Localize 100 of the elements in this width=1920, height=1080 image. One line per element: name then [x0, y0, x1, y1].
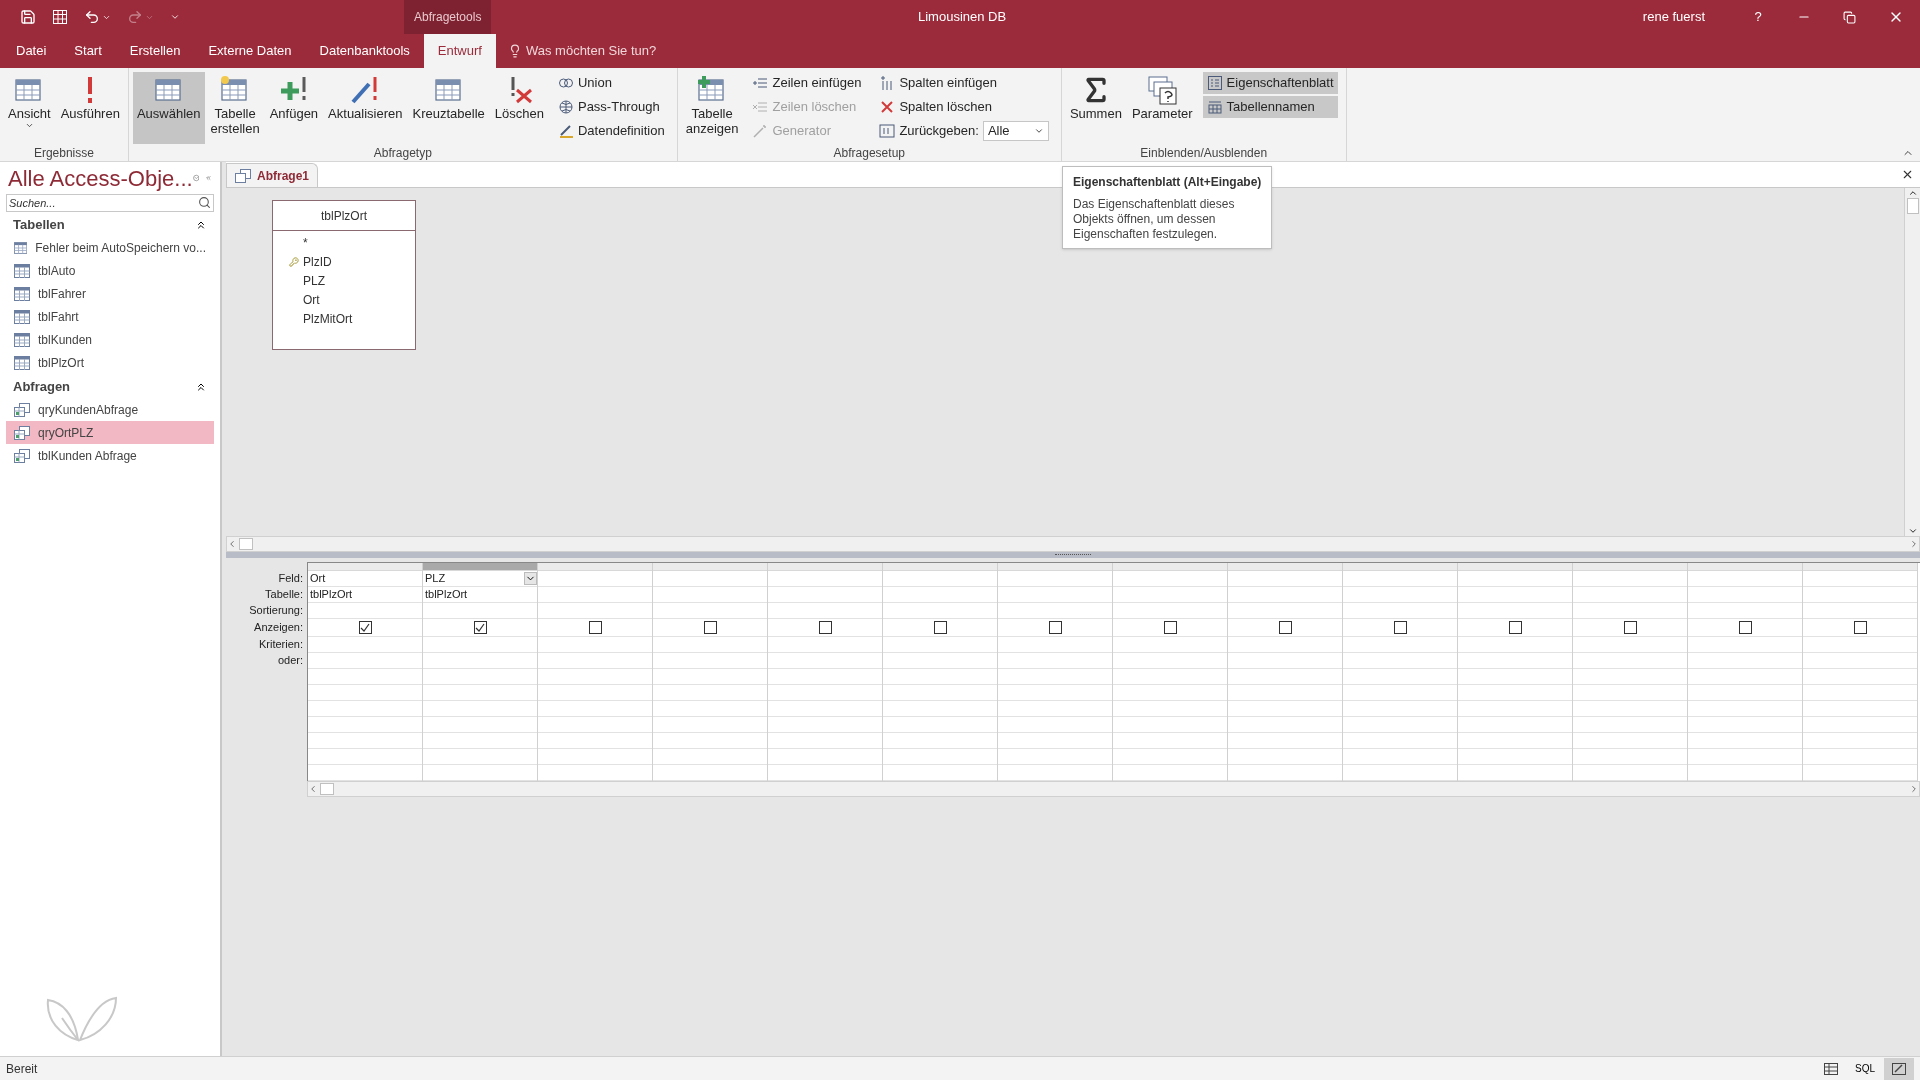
caret-icon — [1033, 126, 1044, 136]
grid-cell[interactable]: PLZ — [423, 571, 524, 586]
menu-tab[interactable]: Start — [60, 34, 116, 68]
scroll-down-icon[interactable] — [1907, 526, 1918, 536]
save-icon[interactable] — [20, 9, 36, 25]
nav-item[interactable]: qryOrtPLZ — [6, 421, 214, 444]
field-name[interactable]: Ort — [303, 290, 320, 309]
scroll-right-icon[interactable] — [1909, 539, 1919, 549]
checkbox[interactable] — [358, 621, 372, 634]
menu-tab[interactable]: Datei — [2, 34, 61, 68]
design-view-button[interactable] — [1884, 1057, 1914, 1080]
nav-item[interactable]: tblKunden — [6, 328, 214, 351]
nav-item[interactable]: Fehler beim AutoSpeichern vo... — [6, 236, 214, 259]
menu-tab[interactable]: Datenbanktools — [305, 34, 424, 68]
menu-tab[interactable]: Erstellen — [115, 34, 195, 68]
redo-icon[interactable] — [127, 9, 143, 25]
table-icon[interactable] — [52, 9, 68, 25]
field-name[interactable]: PlzMitOrt — [303, 309, 353, 328]
sql-view-button[interactable]: SQL — [1850, 1057, 1880, 1080]
ribbon-button[interactable]: Löschen — [490, 72, 548, 144]
ribbon-button[interactable]: Eigenschaftenblatt — [1202, 72, 1338, 94]
undo-icon[interactable] — [84, 9, 100, 25]
search-icon[interactable] — [198, 196, 211, 209]
scrollbar-thumb[interactable] — [320, 783, 334, 795]
customize-icon[interactable] — [170, 12, 180, 22]
horizontal-scrollbar[interactable] — [307, 781, 1920, 797]
ribbon-button[interactable]: Ausführen — [56, 72, 124, 144]
ribbon-button[interactable]: Union — [553, 72, 669, 94]
close-icon[interactable] — [1901, 168, 1914, 181]
restore-icon[interactable] — [1843, 10, 1856, 24]
ribbon-button[interactable]: Spalten löschen — [875, 96, 1053, 118]
checkbox[interactable] — [1623, 621, 1637, 634]
nav-item[interactable]: tblAuto — [6, 259, 214, 282]
checkbox[interactable] — [818, 621, 832, 634]
return-dropdown[interactable]: Alle — [982, 121, 1049, 141]
menu-tab[interactable]: Externe Daten — [194, 34, 306, 68]
nav-item[interactable]: qryKundenAbfrage — [6, 398, 214, 421]
checkbox[interactable] — [473, 621, 487, 634]
table-title: tblPlzOrt — [273, 201, 415, 231]
ribbon-button[interactable]: Pass-Through — [553, 96, 669, 118]
field-name[interactable]: * — [303, 233, 308, 252]
scroll-left-icon[interactable] — [308, 784, 318, 794]
horizontal-scrollbar[interactable] — [226, 536, 1920, 552]
field-name[interactable]: PLZ — [303, 271, 325, 290]
ribbon-button[interactable]: Tabellennamen — [1202, 96, 1338, 118]
checkbox[interactable] — [933, 621, 947, 634]
return-label: Zurückgeben: — [899, 122, 979, 141]
grid-cell[interactable]: tblPlzOrt — [423, 587, 537, 603]
nav-item[interactable]: tblKunden Abfrage — [6, 444, 214, 467]
ribbon-group-label: Einblenden/Ausblenden — [1139, 145, 1269, 161]
checkbox[interactable] — [1393, 621, 1407, 634]
tell-me-field[interactable]: Was möchten Sie tun? — [525, 41, 706, 61]
checkbox[interactable] — [1508, 621, 1522, 634]
dropdown-button[interactable] — [524, 572, 537, 585]
ribbon-button[interactable]: Aktualisieren — [324, 72, 407, 144]
property-sheet-icon — [1206, 75, 1223, 91]
checkbox[interactable] — [1738, 621, 1752, 634]
grid-cell[interactable]: tblPlzOrt — [308, 587, 422, 603]
nav-item[interactable]: tblFahrt — [6, 305, 214, 328]
scrollbar-thumb[interactable] — [1906, 198, 1919, 214]
checkbox[interactable] — [703, 621, 717, 634]
table-field-list[interactable]: tblPlzOrt * PlzID PLZ Ort PlzMitOrt — [272, 200, 416, 350]
checkbox[interactable] — [1163, 621, 1177, 634]
table-icon — [14, 263, 30, 278]
globe-icon — [557, 99, 574, 115]
nav-item[interactable]: tblPlzOrt — [6, 351, 214, 374]
field-name[interactable]: PlzID — [303, 252, 332, 271]
scroll-up-icon[interactable] — [1907, 188, 1918, 198]
nav-item[interactable]: tblFahrer — [6, 282, 214, 305]
section-header[interactable]: Tabellen — [13, 215, 65, 235]
ribbon-button[interactable]: Anfügen — [265, 72, 323, 144]
section-header[interactable]: Abfragen — [13, 377, 71, 397]
ribbon-button[interactable]: Summen — [1065, 72, 1126, 144]
ribbon-button[interactable]: Tabelle erstellen — [206, 72, 264, 144]
ribbon-button[interactable]: Zeilen einfügen — [748, 72, 866, 94]
scrollbar-thumb[interactable] — [239, 538, 253, 550]
search-field[interactable]: Suchen... — [6, 194, 214, 212]
nav-pane-title[interactable]: Alle Access-Obje... — [8, 161, 193, 195]
checkbox[interactable] — [1278, 621, 1292, 634]
scroll-left-icon[interactable] — [227, 539, 237, 549]
scroll-right-icon[interactable] — [1909, 784, 1919, 794]
document-tab[interactable]: Abfrage1 — [226, 163, 318, 187]
checkbox[interactable] — [1048, 621, 1062, 634]
ribbon-button[interactable]: Datendefinition — [553, 120, 669, 142]
checkbox[interactable] — [1853, 621, 1867, 634]
help-button[interactable]: ? — [1735, 7, 1781, 27]
ribbon-button[interactable]: Spalten einfügen — [875, 72, 1053, 94]
ribbon-button[interactable]: Tabelle anzeigen — [681, 72, 743, 144]
ribbon-button[interactable]: Ansicht — [4, 72, 55, 144]
datasheet-icon — [1824, 1062, 1838, 1075]
ribbon-button[interactable]: Kreuztabelle — [408, 72, 489, 144]
context-tab-label: Abfragetools — [404, 0, 492, 34]
menu-tab[interactable]: Entwurf — [423, 34, 496, 68]
grid-cell[interactable]: Ort — [308, 571, 422, 586]
collapse-icon[interactable] — [195, 219, 207, 231]
checkbox[interactable] — [588, 621, 602, 634]
collapse-icon[interactable] — [195, 381, 207, 393]
ribbon-button[interactable]: Auswählen — [132, 72, 205, 144]
ribbon-button[interactable]: Parameter — [1127, 72, 1197, 144]
vertical-scrollbar[interactable] — [1904, 188, 1920, 536]
